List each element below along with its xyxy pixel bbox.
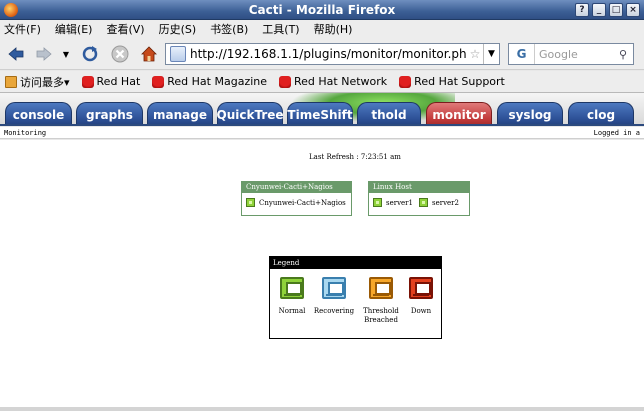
window-titlebar: Cacti - Mozilla Firefox ? _ □ × — [0, 0, 644, 20]
folder-icon — [5, 75, 17, 88]
legend-box: Legend Normal Recovering Threshold Breac… — [269, 256, 442, 339]
stop-icon[interactable] — [110, 45, 130, 63]
redhat-icon — [279, 75, 292, 88]
tab-manage[interactable]: manage — [147, 102, 213, 124]
help-window-button[interactable]: ? — [575, 3, 589, 17]
url-text[interactable]: http://192.168.1.1/plugins/monitor/monit… — [190, 47, 467, 61]
host-status-normal-icon[interactable] — [373, 198, 382, 207]
legend-item-recovering: Recovering — [309, 277, 359, 316]
forward-icon[interactable] — [34, 45, 54, 63]
status-bar — [0, 407, 644, 411]
tab-monitor[interactable]: monitor — [426, 102, 492, 124]
host-group-title: Linux Host — [369, 182, 469, 193]
monitor-normal-icon — [280, 277, 304, 299]
history-dropdown-icon[interactable]: ▼ — [60, 45, 72, 63]
url-bar[interactable]: http://192.168.1.1/plugins/monitor/monit… — [165, 43, 500, 65]
host-item[interactable]: server2 — [418, 198, 459, 207]
search-icon[interactable]: ⚲ — [619, 48, 633, 61]
host-name[interactable]: Cnyunwei-Cacti+Nagios — [259, 199, 346, 207]
tab-timeshift[interactable]: TimeShift — [287, 102, 353, 124]
host-name[interactable]: server2 — [432, 199, 459, 207]
legend-label: Down — [410, 307, 432, 315]
monitor-recovering-icon — [322, 277, 346, 299]
host-name[interactable]: server1 — [386, 199, 413, 207]
host-item[interactable]: Cnyunwei-Cacti+Nagios — [246, 198, 346, 207]
cacti-tab-bar: console graphs manage QuickTree TimeShif… — [0, 93, 644, 126]
bookmark-label: Red Hat Magazine — [167, 75, 268, 88]
bookmark-label: 访问最多▾ — [20, 75, 70, 89]
host-group-box: Cnyunwei-Cacti+Nagios Cnyunwei-Cacti+Nag… — [241, 181, 352, 216]
tab-quicktree[interactable]: QuickTree — [217, 102, 284, 124]
legend-title: Legend — [270, 257, 441, 269]
host-group-title: Cnyunwei-Cacti+Nagios — [242, 182, 351, 193]
firefox-icon — [4, 3, 18, 17]
last-refresh-text: Last Refresh : 7:23:51 am — [309, 153, 401, 161]
menu-help[interactable]: 帮助(H) — [314, 21, 353, 37]
search-engine-icon[interactable]: G — [509, 44, 535, 64]
tab-console[interactable]: console — [5, 102, 72, 124]
site-identity-icon[interactable] — [170, 46, 186, 62]
tab-clog[interactable]: clog — [568, 102, 634, 124]
tab-graphs[interactable]: graphs — [76, 102, 143, 124]
redhat-icon — [152, 75, 165, 88]
bookmark-most-visited[interactable]: 访问最多▾ — [5, 74, 70, 90]
redhat-icon — [81, 75, 94, 88]
bookmark-red-hat-network[interactable]: Red Hat Network — [279, 75, 387, 88]
back-icon[interactable] — [6, 45, 26, 63]
host-group-box: Linux Host server1 server2 — [368, 181, 470, 216]
breadcrumb: Monitoring Logged in a — [0, 127, 644, 139]
host-status-normal-icon[interactable] — [246, 198, 255, 207]
tab-syslog[interactable]: syslog — [497, 102, 563, 124]
monitor-threshold-icon — [369, 277, 393, 299]
bookmark-label: Red Hat — [96, 75, 141, 88]
menu-tools[interactable]: 工具(T) — [262, 21, 299, 37]
login-status: Logged in a — [593, 128, 640, 137]
legend-item-down: Down — [396, 277, 446, 316]
window-controls: ? _ □ × — [575, 3, 640, 17]
redhat-icon — [399, 75, 412, 88]
bookmark-red-hat[interactable]: Red Hat — [81, 75, 141, 88]
bookmark-star-icon[interactable]: ☆ — [467, 47, 483, 61]
menu-view[interactable]: 查看(V) — [106, 21, 144, 37]
minimize-button[interactable]: _ — [592, 3, 606, 17]
monitor-content: Last Refresh : 7:23:51 am Cnyunwei-Cacti… — [0, 140, 644, 408]
breadcrumb-location: Monitoring — [4, 128, 47, 137]
legend-label: Recovering — [313, 307, 355, 315]
bookmark-red-hat-magazine[interactable]: Red Hat Magazine — [152, 75, 267, 88]
menu-bookmarks[interactable]: 书签(B) — [210, 21, 248, 37]
search-input[interactable]: Google — [535, 48, 619, 61]
bookmark-label: Red Hat Network — [294, 75, 388, 88]
close-button[interactable]: × — [626, 3, 640, 17]
bookmark-label: Red Hat Support — [414, 75, 505, 88]
search-box[interactable]: G Google ⚲ — [508, 43, 634, 65]
host-row: Cnyunwei-Cacti+Nagios — [242, 193, 351, 212]
host-item[interactable]: server1 — [373, 198, 413, 207]
home-icon[interactable] — [139, 45, 159, 63]
menu-history[interactable]: 历史(S) — [159, 21, 197, 37]
host-row: server1 server2 — [369, 193, 469, 212]
tab-thold[interactable]: thold — [357, 102, 421, 124]
window-title: Cacti - Mozilla Firefox — [248, 2, 396, 17]
monitor-down-icon — [409, 277, 433, 299]
maximize-button[interactable]: □ — [609, 3, 623, 17]
bookmark-red-hat-support[interactable]: Red Hat Support — [399, 75, 505, 88]
menu-file[interactable]: 文件(F) — [4, 21, 41, 37]
menu-bar: 文件(F) 编辑(E) 查看(V) 历史(S) 书签(B) 工具(T) 帮助(H… — [0, 20, 644, 38]
menu-edit[interactable]: 编辑(E) — [55, 21, 93, 37]
url-dropdown-icon[interactable]: ▼ — [483, 44, 499, 64]
host-status-normal-icon[interactable] — [418, 198, 428, 207]
reload-icon[interactable] — [80, 45, 100, 63]
bookmarks-toolbar: 访问最多▾ Red Hat Red Hat Magazine Red Hat N… — [0, 71, 644, 93]
